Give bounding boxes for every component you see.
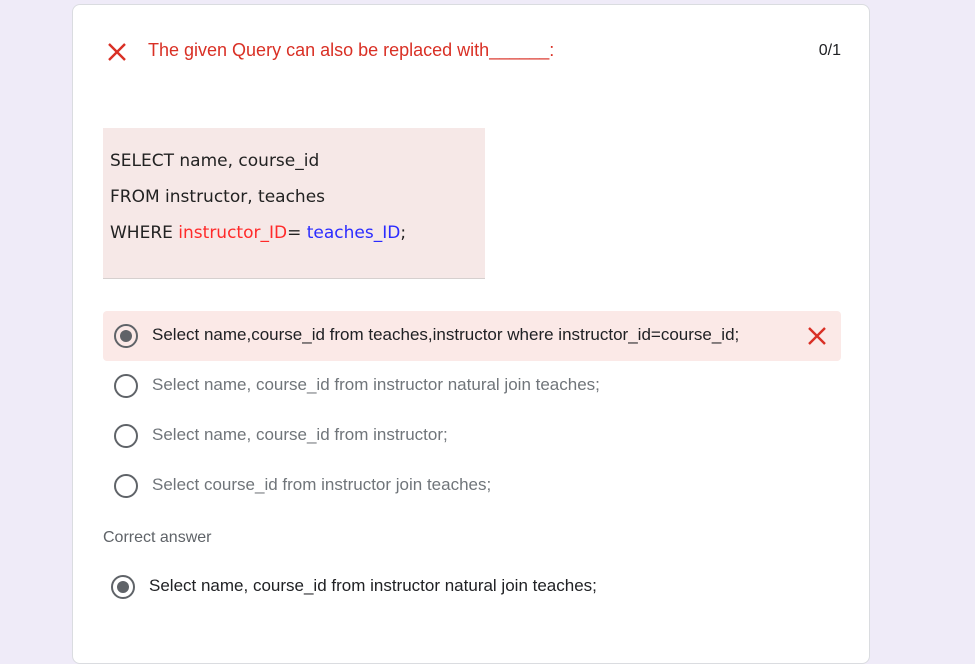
query-teaches-id: teaches_ID — [306, 223, 401, 243]
close-icon — [808, 327, 826, 345]
query-line-3: WHERE instructor_ID= teaches_ID; — [110, 222, 485, 258]
option-label: Select name,course_id from teaches,instr… — [152, 325, 740, 344]
correct-answer-heading: Correct answer — [103, 529, 212, 546]
query-line-2: FROM instructor, teaches — [110, 187, 326, 207]
radio-selected — [111, 575, 135, 599]
radio-unselected[interactable] — [114, 474, 138, 498]
question-score: 0/1 — [818, 42, 841, 59]
correct-answer-label: Select name, course_id from instructor n… — [149, 576, 597, 595]
correct-answer-option: Select name, course_id from instructor n… — [100, 562, 800, 612]
radio-unselected[interactable] — [114, 424, 138, 448]
close-icon — [108, 43, 126, 61]
option-label: Select name, course_id from instructor n… — [152, 375, 600, 394]
question-title: The given Query can also be replaced wit… — [148, 40, 555, 60]
query-semicolon: ; — [400, 223, 407, 243]
option-4[interactable]: Select course_id from instructor join te… — [103, 461, 841, 511]
question-header: The given Query can also be replaced wit… — [105, 38, 841, 66]
radio-unselected[interactable] — [114, 374, 138, 398]
option-3[interactable]: Select name, course_id from instructor; — [103, 411, 841, 461]
query-line-1: SELECT name, course_id — [110, 151, 320, 171]
option-2[interactable]: Select name, course_id from instructor n… — [103, 361, 841, 411]
query-instructor-id: instructor_ID — [178, 223, 288, 243]
option-1[interactable]: Select name,course_id from teaches,instr… — [103, 311, 841, 361]
radio-selected[interactable] — [114, 324, 138, 348]
query-image: SELECT name, course_id FROM instructor, … — [103, 128, 485, 279]
option-label: Select course_id from instructor join te… — [152, 475, 492, 494]
query-where-keyword: WHERE — [110, 223, 179, 243]
option-label: Select name, course_id from instructor; — [152, 425, 448, 444]
question-card: The given Query can also be replaced wit… — [72, 4, 870, 664]
query-equals: = — [287, 223, 307, 243]
